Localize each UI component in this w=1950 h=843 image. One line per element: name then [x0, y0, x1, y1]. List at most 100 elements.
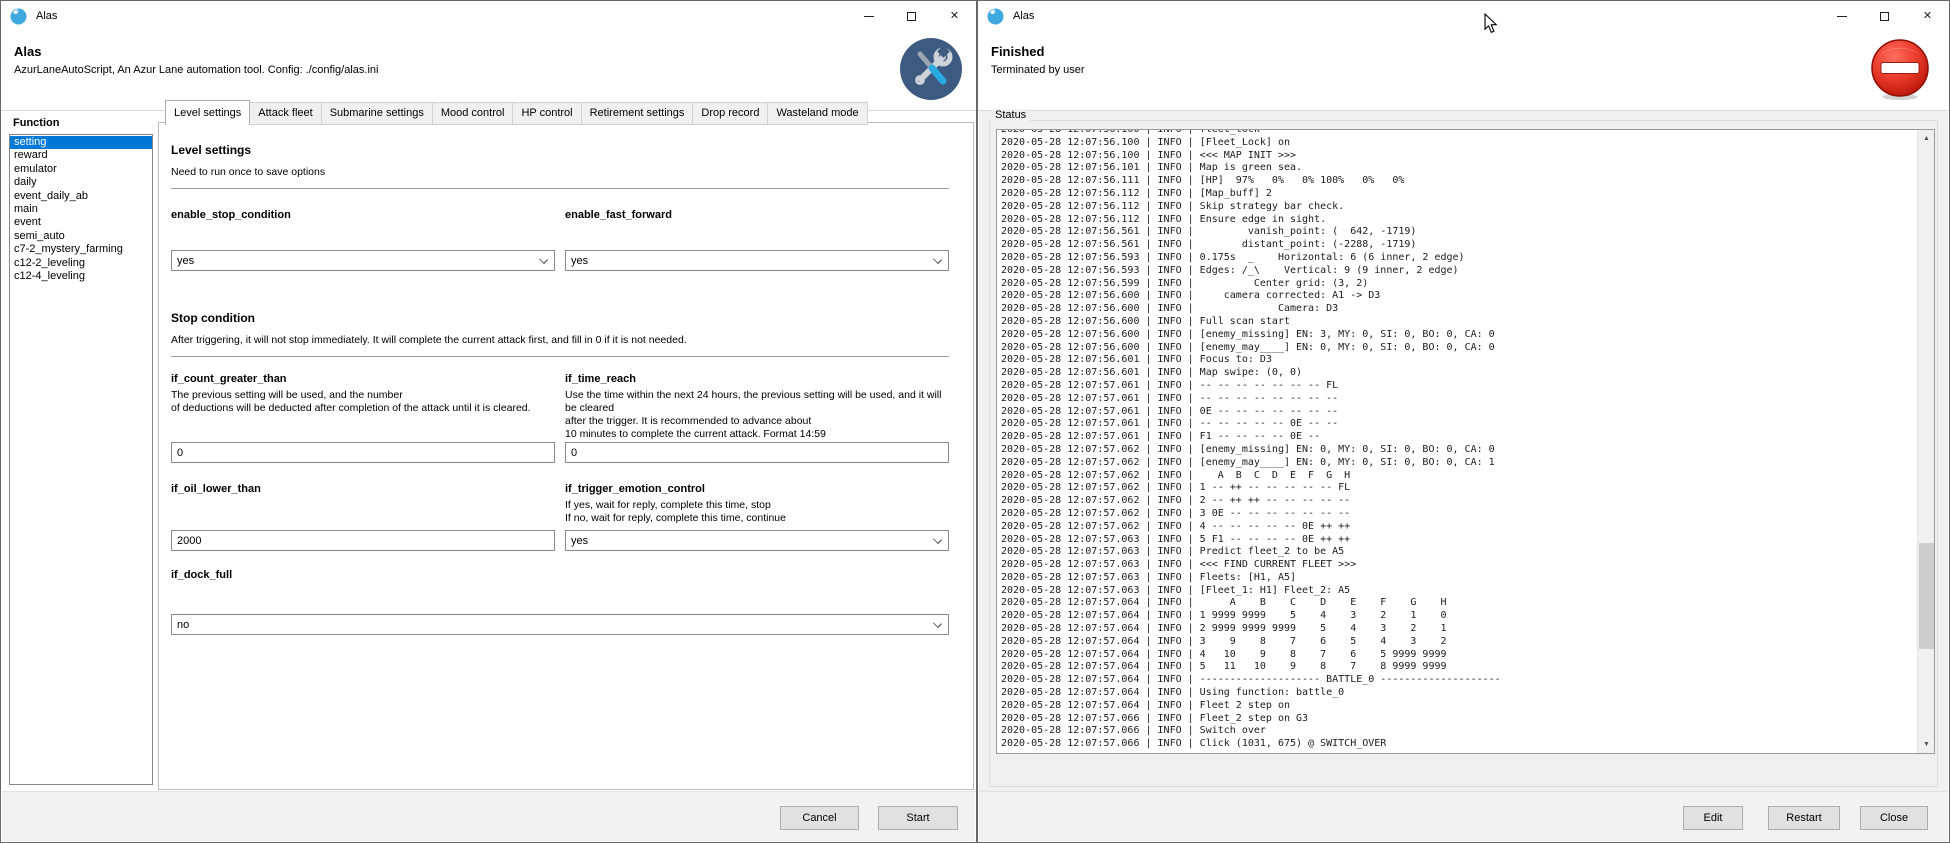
function-list-item[interactable]: c7-2_mystery_farming: [10, 243, 152, 256]
log-line: 2020-05-28 12:07:57.063 | INFO | Predict…: [1001, 546, 1914, 559]
select-value: yes: [177, 255, 194, 267]
log-line: 2020-05-28 12:07:57.061 | INFO | -- -- -…: [1001, 418, 1914, 431]
log-line: 2020-05-28 12:07:56.601 | INFO | Focus t…: [1001, 354, 1914, 367]
field-enable-stop-condition: enable_stop_condition yes: [171, 209, 555, 271]
log-line: 2020-05-28 12:07:57.062 | INFO | [enemy_…: [1001, 457, 1914, 470]
log-scrollbar[interactable]: ▲ ▼: [1917, 130, 1934, 753]
scroll-up-icon[interactable]: ▲: [1918, 130, 1935, 147]
divider: [171, 188, 949, 189]
log-line: 2020-05-28 12:07:57.063 | INFO | 5 F1 --…: [1001, 534, 1914, 547]
scrollbar-thumb[interactable]: [1919, 543, 1934, 649]
field-if-dock-full: if_dock_full no: [171, 569, 949, 635]
level-settings-panel: Level settings Need to run once to save …: [158, 122, 974, 790]
enable-fast-forward-select[interactable]: yes: [565, 250, 949, 271]
log-line: 2020-05-28 12:07:56.111 | INFO | [HP] 97…: [1001, 175, 1914, 188]
enable-stop-condition-select[interactable]: yes: [171, 250, 555, 271]
alas-config-window: Alas ✕ Alas AzurLaneAutoScript, An Azur …: [0, 0, 977, 843]
if-oil-lower-than-input[interactable]: [171, 530, 555, 551]
if-dock-full-select[interactable]: no: [171, 614, 949, 635]
log-line: 2020-05-28 12:07:57.063 | INFO | <<< FIN…: [1001, 559, 1914, 572]
log-body: Status 2020-05-28 12:07:56.100 | INFO | …: [979, 111, 1948, 791]
titlebar[interactable]: Alas ✕: [1, 1, 976, 31]
field-label: if_trigger_emotion_control: [565, 483, 949, 495]
run-status-title: Finished: [991, 44, 1044, 59]
field-if-trigger-emotion-control: if_trigger_emotion_control If yes, wait …: [565, 483, 949, 551]
chevron-down-icon: [933, 619, 942, 628]
log-line: 2020-05-28 12:07:56.600 | INFO | [enemy_…: [1001, 329, 1914, 342]
tab-strip[interactable]: Level settingsAttack fleetSubmarine sett…: [165, 102, 868, 125]
function-list-item[interactable]: emulator: [10, 163, 152, 176]
function-list-item[interactable]: setting: [10, 136, 152, 149]
tab[interactable]: Retirement settings: [582, 102, 694, 125]
tab[interactable]: Mood control: [433, 102, 514, 125]
alas-app-icon: [10, 8, 27, 25]
cancel-button[interactable]: Cancel: [780, 806, 859, 830]
config-footer: Cancel Start: [2, 791, 975, 841]
scroll-down-icon[interactable]: ▼: [1918, 736, 1935, 753]
function-list-item[interactable]: c12-4_leveling: [10, 270, 152, 283]
maximize-icon: [1880, 12, 1889, 21]
log-line: 2020-05-28 12:07:56.593 | INFO | Edges: …: [1001, 265, 1914, 278]
function-list-item[interactable]: semi_auto: [10, 230, 152, 243]
log-line: 2020-05-28 12:07:56.112 | INFO | [Map_bu…: [1001, 188, 1914, 201]
log-line: 2020-05-28 12:07:56.561 | INFO | distant…: [1001, 239, 1914, 252]
log-line: 2020-05-28 12:07:57.066 | INFO | Switch …: [1001, 725, 1914, 738]
tab[interactable]: Attack fleet: [250, 102, 321, 125]
close-window-button[interactable]: ✕: [1906, 1, 1949, 31]
config-header: Alas AzurLaneAutoScript, An Azur Lane au…: [1, 31, 976, 111]
log-line: 2020-05-28 12:07:56.112 | INFO | Ensure …: [1001, 214, 1914, 227]
window-title: Alas: [36, 10, 57, 22]
if-time-reach-input[interactable]: [565, 442, 949, 463]
function-list-item[interactable]: event: [10, 216, 152, 229]
log-line: 2020-05-28 12:07:56.599 | INFO | Center …: [1001, 278, 1914, 291]
tab[interactable]: Drop record: [693, 102, 768, 125]
function-list-item[interactable]: event_daily_ab: [10, 190, 152, 203]
function-list-item[interactable]: reward: [10, 149, 152, 162]
minimize-icon: [1837, 16, 1847, 17]
edit-button[interactable]: Edit: [1683, 806, 1743, 830]
titlebar[interactable]: Alas ✕: [978, 1, 1949, 31]
log-line: 2020-05-28 12:07:57.064 | INFO | Using f…: [1001, 687, 1914, 700]
field-enable-fast-forward: enable_fast_forward yes: [565, 209, 949, 271]
maximize-button[interactable]: [1863, 1, 1906, 31]
function-list-item[interactable]: main: [10, 203, 152, 216]
log-line: 2020-05-28 12:07:56.100 | INFO | fleet_l…: [1001, 129, 1914, 137]
tab[interactable]: Level settings: [165, 100, 250, 125]
section-title-stop-condition: Stop condition: [171, 311, 949, 325]
divider: [171, 356, 949, 357]
log-line: 2020-05-28 12:07:56.600 | INFO | Full sc…: [1001, 316, 1914, 329]
log-footer: Edit Restart Close: [979, 791, 1948, 841]
function-list-item[interactable]: daily: [10, 176, 152, 189]
log-line: 2020-05-28 12:07:57.062 | INFO | 2 -- ++…: [1001, 495, 1914, 508]
function-list-item[interactable]: c12-2_leveling: [10, 257, 152, 270]
log-line: 2020-05-28 12:07:57.066 | INFO | Fleet_2…: [1001, 713, 1914, 726]
field-label: if_oil_lower_than: [171, 483, 555, 495]
restart-button[interactable]: Restart: [1768, 806, 1840, 830]
field-label: if_dock_full: [171, 569, 949, 581]
log-line: 2020-05-28 12:07:57.061 | INFO | 0E -- -…: [1001, 406, 1914, 419]
function-list-label: Function: [13, 117, 59, 129]
log-line: 2020-05-28 12:07:56.600 | INFO | Camera:…: [1001, 303, 1914, 316]
minimize-icon: [864, 16, 874, 17]
start-button[interactable]: Start: [878, 806, 958, 830]
if-trigger-emotion-control-select[interactable]: yes: [565, 530, 949, 551]
log-output[interactable]: 2020-05-28 12:07:56.100 | INFO | fleet_l…: [996, 129, 1935, 754]
field-label: enable_fast_forward: [565, 209, 949, 221]
log-line: 2020-05-28 12:07:57.064 | INFO | A B C D…: [1001, 597, 1914, 610]
log-line: 2020-05-28 12:07:57.064 | INFO | -------…: [1001, 674, 1914, 687]
log-line: 2020-05-28 12:07:57.064 | INFO | 1 9999 …: [1001, 610, 1914, 623]
close-button[interactable]: Close: [1860, 806, 1928, 830]
tab[interactable]: Wasteland mode: [768, 102, 867, 125]
tab[interactable]: Submarine settings: [322, 102, 433, 125]
maximize-button[interactable]: [890, 1, 933, 31]
window-title: Alas: [1013, 10, 1034, 22]
chevron-down-icon: [539, 255, 548, 264]
select-value: yes: [571, 535, 588, 547]
minimize-button[interactable]: [1820, 1, 1863, 31]
close-window-button[interactable]: ✕: [933, 1, 976, 31]
if-count-greater-than-input[interactable]: [171, 442, 555, 463]
log-line: 2020-05-28 12:07:56.101 | INFO | Map is …: [1001, 162, 1914, 175]
tab[interactable]: HP control: [513, 102, 581, 125]
function-list[interactable]: settingrewardemulatordailyevent_daily_ab…: [9, 134, 153, 785]
minimize-button[interactable]: [847, 1, 890, 31]
